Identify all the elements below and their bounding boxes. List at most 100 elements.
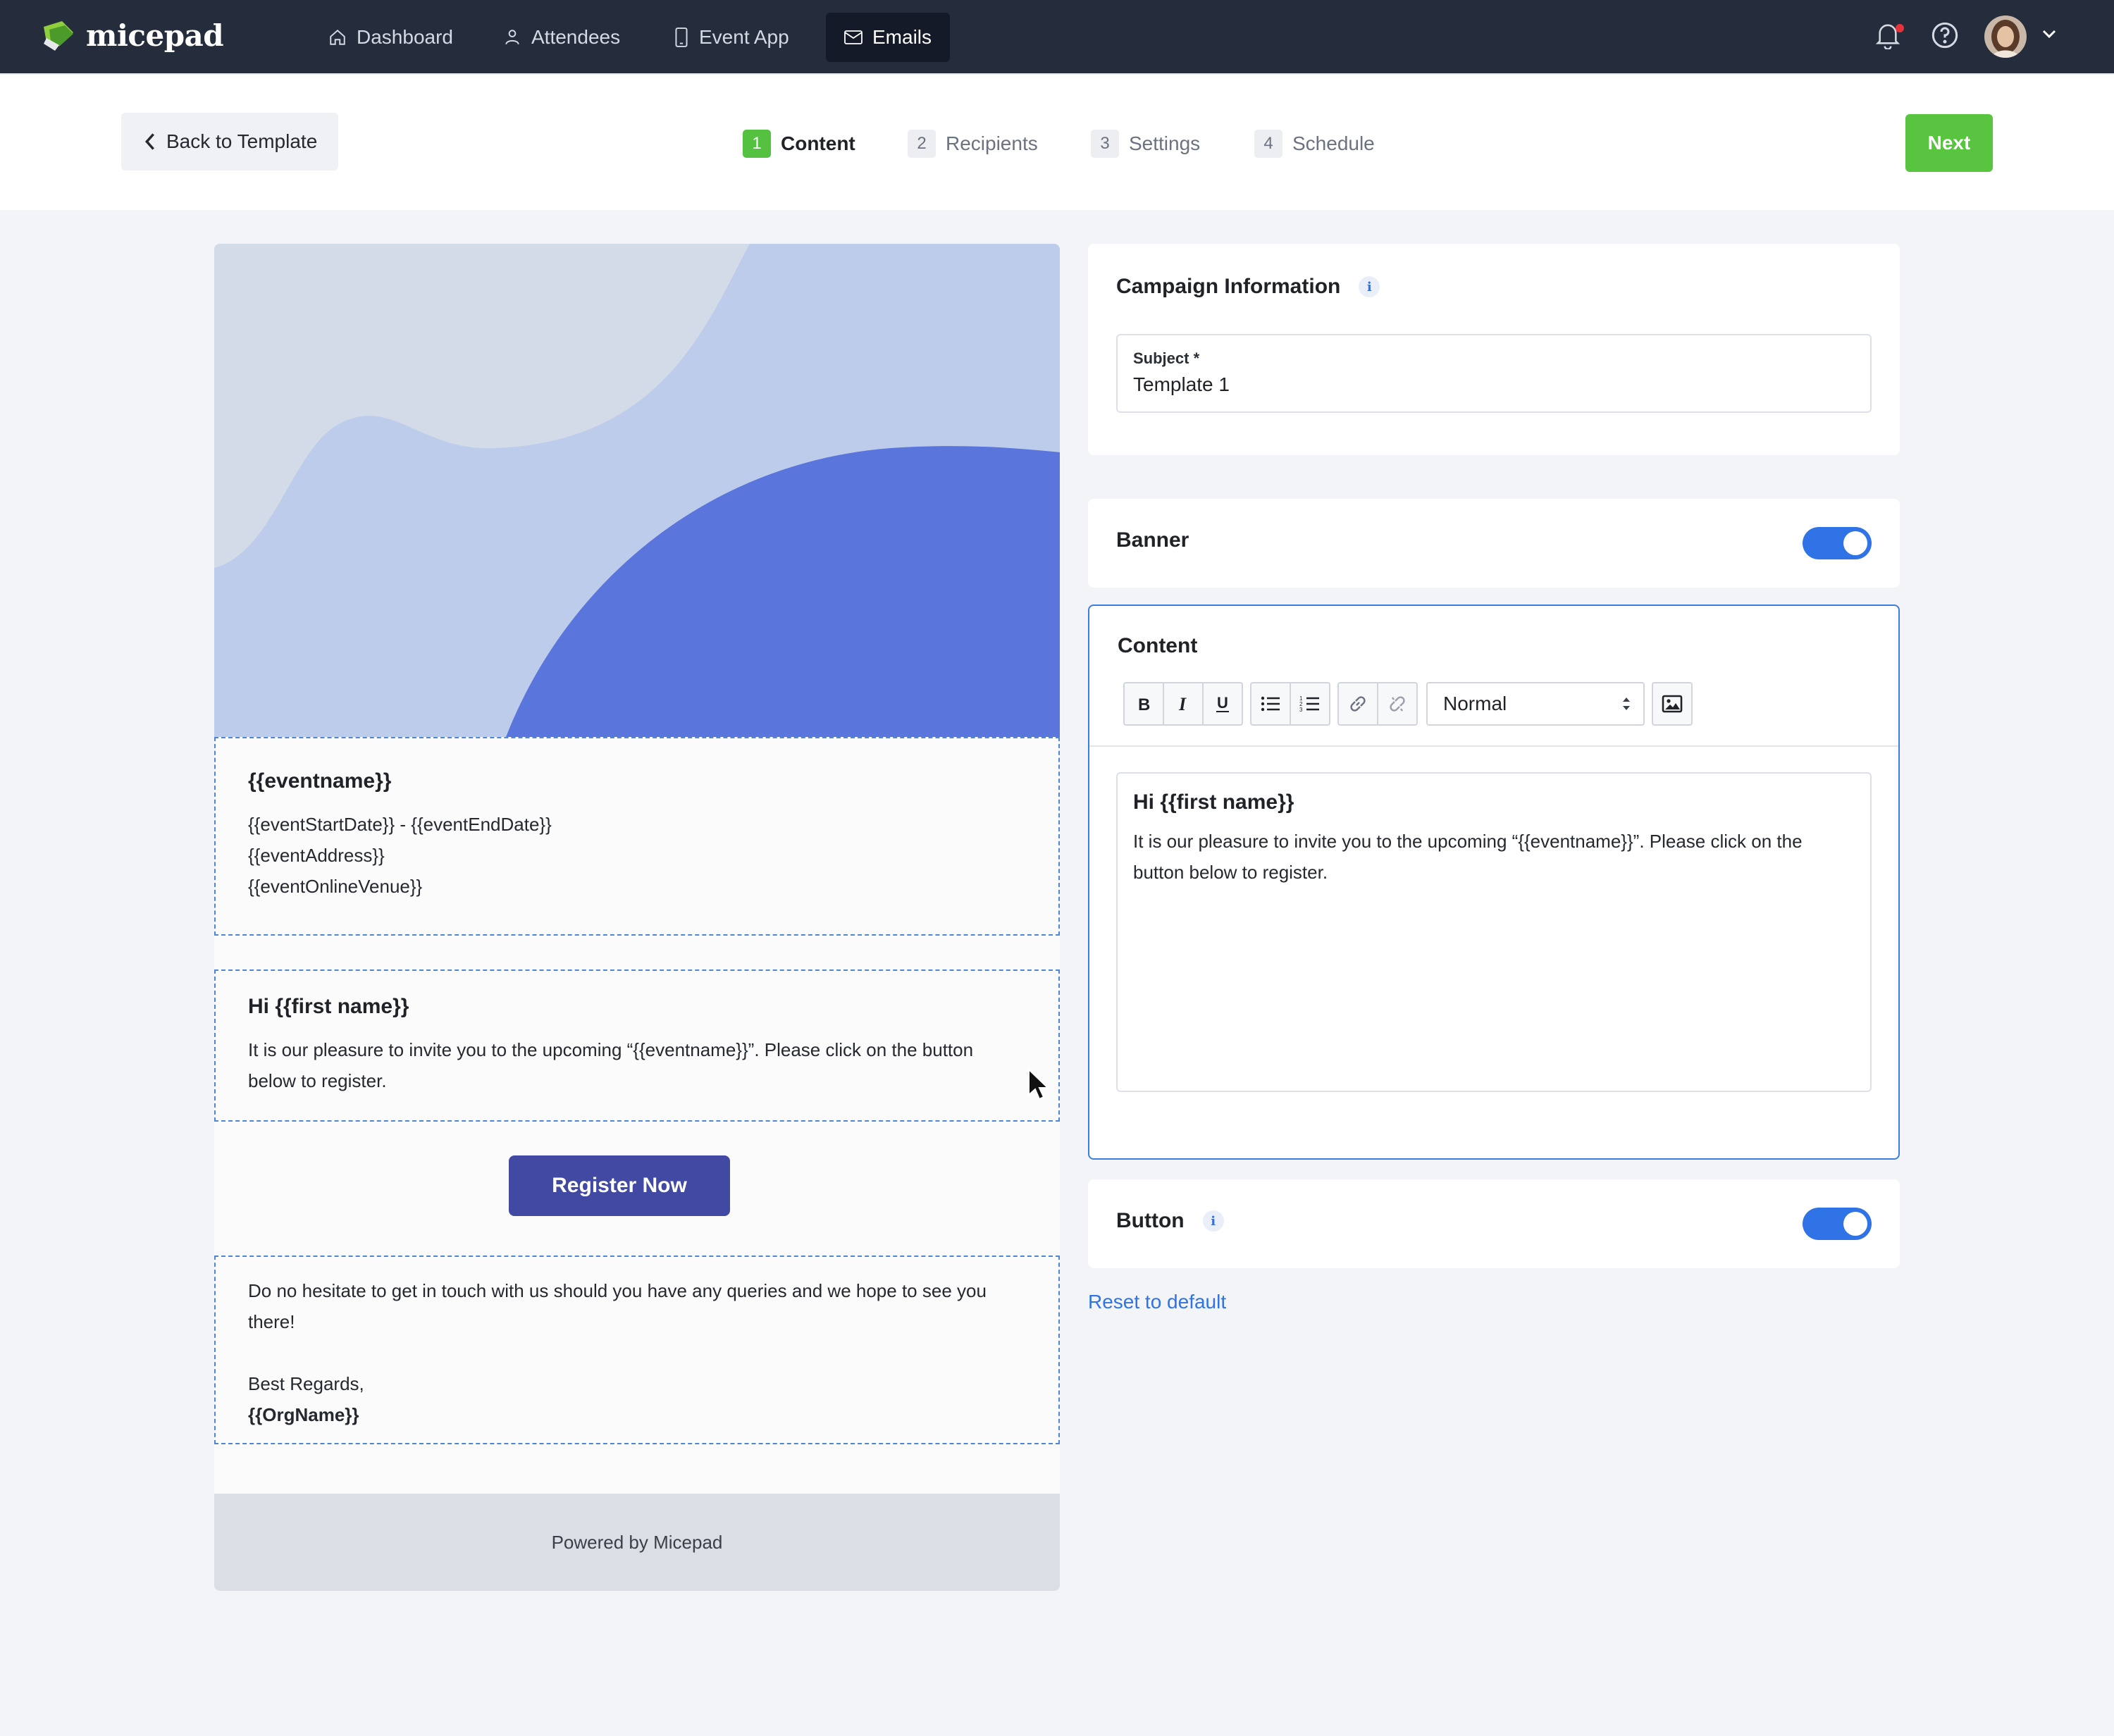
campaign-information-panel: Campaign Information i Subject * Templat…: [1088, 244, 1900, 455]
bold-button[interactable]: B: [1123, 682, 1164, 726]
step-recipients[interactable]: 2 Recipients: [908, 130, 1038, 158]
banner-panel: Banner: [1088, 499, 1900, 588]
remove-link-button[interactable]: [1377, 682, 1418, 726]
editor-toolbar: B I U 123 Normal: [1123, 682, 1693, 726]
step-number: 2: [908, 130, 936, 158]
toolbar-divider: [1089, 745, 1898, 747]
nav-emails[interactable]: Emails: [826, 13, 951, 62]
user-avatar[interactable]: [1984, 16, 2027, 58]
powered-by-footer: Powered by Micepad: [214, 1494, 1060, 1591]
campaign-information-heading: Campaign Information i: [1116, 275, 1380, 299]
bullet-list-icon: [1261, 696, 1280, 712]
numbered-list-button[interactable]: 123: [1290, 682, 1330, 726]
back-to-template-button[interactable]: Back to Template: [121, 113, 338, 170]
event-name-placeholder: {{eventname}}: [248, 769, 392, 793]
nav-attendees[interactable]: Attendees: [485, 13, 638, 62]
insert-image-button[interactable]: [1652, 682, 1693, 726]
step-schedule[interactable]: 4 Schedule: [1254, 130, 1375, 158]
event-venue-placeholder: {{eventOnlineVenue}}: [248, 876, 423, 897]
toggle-knob: [1843, 531, 1867, 555]
event-dates-placeholder: {{eventStartDate}} - {{eventEndDate}}: [248, 814, 552, 835]
step-label: Schedule: [1292, 132, 1375, 154]
button-section-heading: Button i: [1116, 1209, 1224, 1233]
chevron-down-icon: [2042, 30, 2056, 39]
info-icon[interactable]: i: [1202, 1210, 1224, 1232]
nav-event-app[interactable]: Event App: [655, 13, 808, 62]
info-icon[interactable]: i: [1359, 276, 1380, 297]
top-navbar: micepad Dashboard Attendees Event App Em…: [0, 0, 2114, 73]
next-button[interactable]: Next: [1905, 114, 1993, 172]
greeting-title: Hi {{first name}}: [248, 995, 409, 1018]
nav-event-app-label: Event App: [699, 26, 789, 48]
content-editor[interactable]: Hi {{first name}} It is our pleasure to …: [1116, 772, 1872, 1092]
select-arrows-icon: [1623, 698, 1630, 710]
stepper-bar: Back to Template 1 Content 2 Recipients …: [0, 73, 2114, 210]
register-now-button[interactable]: Register Now: [509, 1155, 730, 1216]
help-button[interactable]: [1931, 21, 1959, 53]
banner-title: Banner: [1116, 528, 1189, 552]
step-number: 1: [743, 130, 771, 158]
subject-field[interactable]: Subject * Template 1: [1116, 334, 1872, 413]
button-section-title: Button: [1116, 1209, 1185, 1232]
person-icon: [505, 30, 519, 45]
org-name-placeholder: {{OrgName}}: [248, 1404, 359, 1425]
greeting-block[interactable]: Hi {{first name}} It is our pleasure to …: [214, 969, 1060, 1122]
email-banner-image[interactable]: [214, 244, 1060, 737]
insert-link-button[interactable]: [1337, 682, 1378, 726]
button-toggle[interactable]: [1803, 1208, 1872, 1240]
underline-icon: U: [1216, 694, 1229, 712]
svg-text:B: B: [1138, 695, 1150, 713]
greeting-body: It is our pleasure to invite you to the …: [248, 1039, 974, 1091]
content-panel: Content B I U 123 Normal Hi {{first name…: [1088, 604, 1900, 1160]
event-details-block[interactable]: {{eventname}} {{eventStartDate}} - {{eve…: [214, 737, 1060, 936]
subject-input[interactable]: Template 1: [1133, 373, 1855, 396]
phone-icon: [675, 27, 688, 47]
unlink-icon: [1390, 696, 1405, 712]
mail-icon: [844, 30, 863, 44]
nav-attendees-label: Attendees: [531, 26, 621, 48]
banner-toggle[interactable]: [1803, 527, 1872, 559]
reset-to-default-link[interactable]: Reset to default: [1088, 1291, 1226, 1313]
nav-dashboard[interactable]: Dashboard: [310, 13, 471, 62]
event-address-placeholder: {{eventAddress}}: [248, 845, 385, 866]
step-content[interactable]: 1 Content: [743, 130, 855, 158]
bullet-list-button[interactable]: [1250, 682, 1291, 726]
toggle-knob: [1843, 1212, 1867, 1236]
svg-text:U: U: [1217, 694, 1228, 712]
nav-dashboard-label: Dashboard: [357, 26, 453, 48]
italic-button[interactable]: I: [1163, 682, 1204, 726]
logo-icon: [41, 17, 78, 54]
back-to-template-label: Back to Template: [166, 130, 318, 152]
button-panel: Button i: [1088, 1179, 1900, 1268]
svg-text:I: I: [1178, 695, 1187, 713]
home-icon: [330, 29, 345, 45]
numbered-list-icon: 123: [1299, 695, 1319, 713]
notification-badge: [1896, 24, 1904, 32]
closing-block[interactable]: Do no hesitate to get in touch with us s…: [214, 1256, 1060, 1444]
subject-label: Subject *: [1133, 349, 1200, 367]
step-number: 4: [1254, 130, 1282, 158]
image-icon: [1662, 695, 1683, 713]
text-format-select[interactable]: Normal: [1426, 682, 1645, 726]
svg-text:3: 3: [1299, 707, 1303, 713]
step-label: Content: [781, 132, 855, 154]
step-label: Settings: [1129, 132, 1201, 154]
step-label: Recipients: [946, 132, 1038, 154]
chevron-left-icon: [144, 133, 154, 150]
editor-body: It is our pleasure to invite you to the …: [1133, 831, 1803, 883]
closing-body: Do no hesitate to get in touch with us s…: [248, 1280, 987, 1332]
step-settings[interactable]: 3 Settings: [1091, 130, 1200, 158]
mouse-cursor-icon: [1028, 1068, 1050, 1100]
link-icon: [1350, 696, 1366, 712]
bold-icon: B: [1138, 695, 1150, 713]
email-preview: {{eventname}} {{eventStartDate}} - {{eve…: [214, 244, 1060, 1591]
micepad-logo[interactable]: micepad: [41, 17, 224, 54]
help-icon: [1931, 22, 1958, 49]
account-menu-toggle[interactable]: [2041, 28, 2058, 43]
underline-button[interactable]: U: [1202, 682, 1243, 726]
italic-icon: I: [1178, 695, 1187, 713]
text-format-value: Normal: [1443, 693, 1507, 714]
editor-title: Hi {{first name}}: [1133, 790, 1294, 814]
step-number: 3: [1091, 130, 1119, 158]
campaign-information-title: Campaign Information: [1116, 275, 1341, 298]
